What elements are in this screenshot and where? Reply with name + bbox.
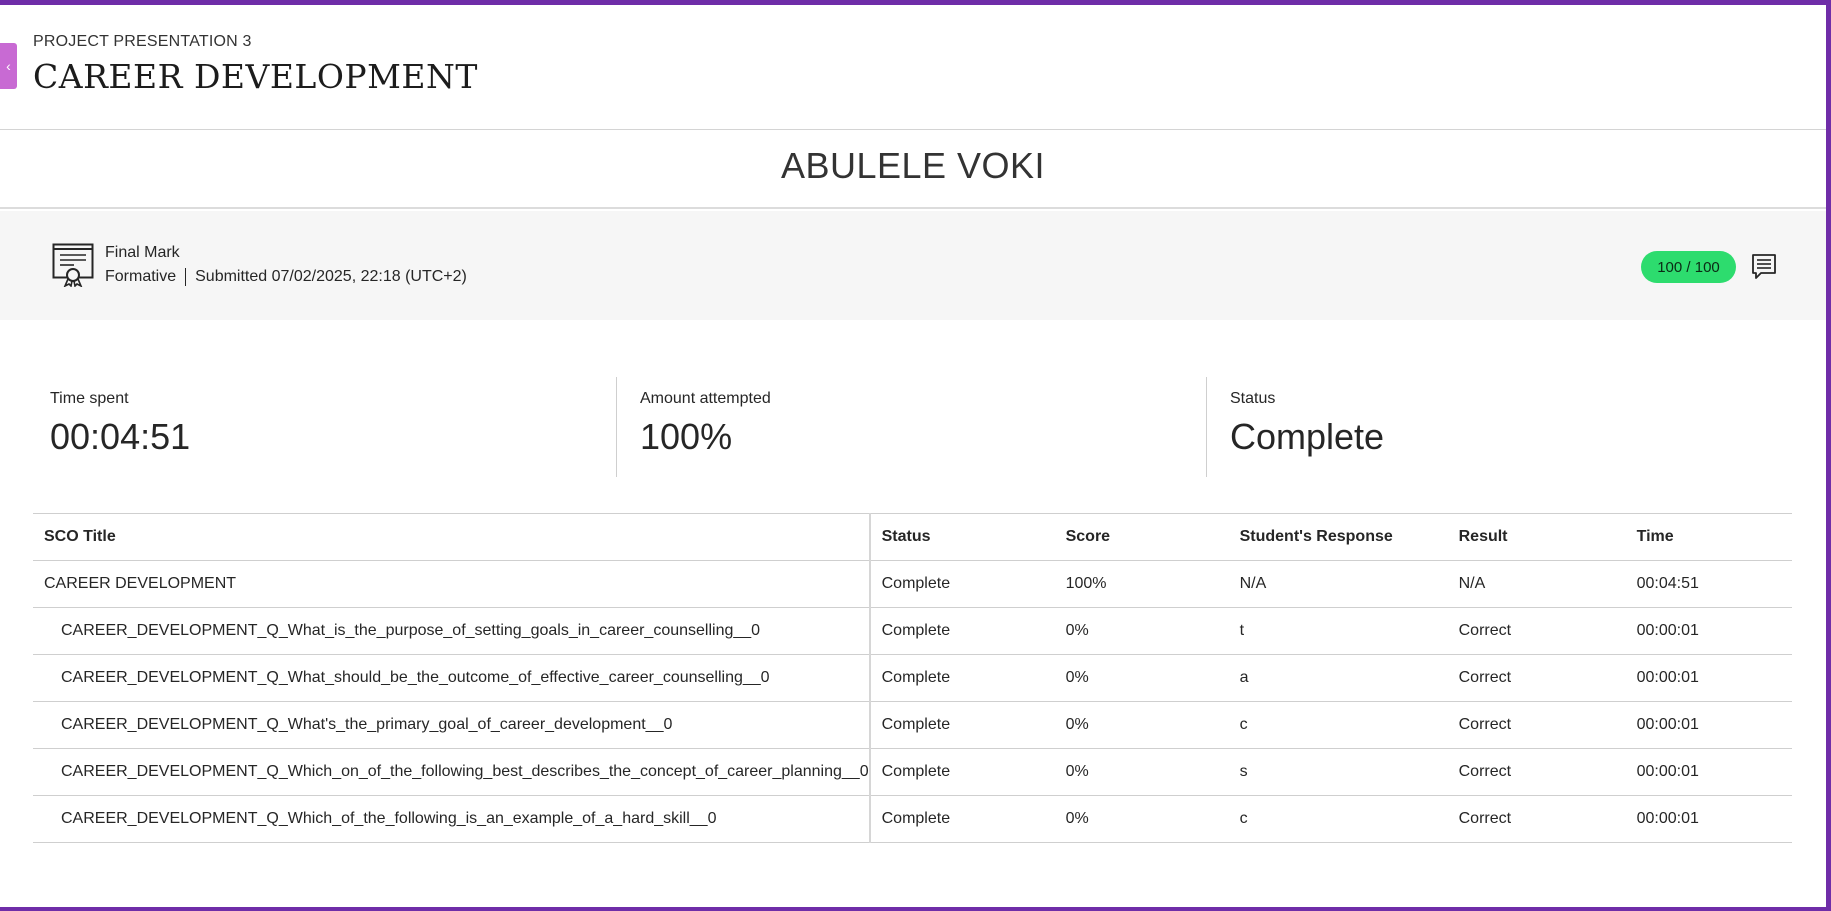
sco-result: Correct bbox=[1447, 701, 1626, 749]
sco-status: Complete bbox=[869, 748, 1055, 796]
sco-score: 0% bbox=[1054, 701, 1229, 749]
time-spent-label: Time spent bbox=[50, 390, 129, 407]
final-mark-info: Final Mark Formative Submitted 07/02/202… bbox=[105, 244, 467, 286]
status-value: Complete bbox=[1230, 416, 1385, 457]
sco-response: a bbox=[1228, 654, 1448, 702]
table-row: CAREER_DEVELOPMENT_Q_Which_of_the_follow… bbox=[33, 795, 1792, 843]
sco-time: 00:00:01 bbox=[1625, 654, 1792, 702]
column-header[interactable]: Result bbox=[1447, 513, 1626, 561]
column-header[interactable]: Student's Response bbox=[1228, 513, 1448, 561]
sco-title: CAREER_DEVELOPMENT_Q_What_should_be_the_… bbox=[33, 654, 871, 702]
sco-title: CAREER_DEVELOPMENT_Q_What's_the_primary_… bbox=[33, 701, 871, 749]
student-divider bbox=[0, 207, 1826, 209]
sco-status: Complete bbox=[869, 607, 1055, 655]
table-row: CAREER_DEVELOPMENT_Q_What_is_the_purpose… bbox=[33, 607, 1792, 655]
sco-score: 0% bbox=[1054, 654, 1229, 702]
assessment-type: Formative bbox=[105, 268, 177, 285]
page-title: CAREER DEVELOPMENT bbox=[33, 57, 478, 96]
status-label: Status bbox=[1230, 390, 1276, 407]
submitted-date: Submitted 07/02/2025, 22:18 (UTC+2) bbox=[195, 268, 467, 285]
attempted-label: Amount attempted bbox=[640, 390, 771, 407]
score-badge: 100 / 100 bbox=[1641, 251, 1736, 283]
sco-status: Complete bbox=[869, 560, 1055, 608]
sco-title: CAREER_DEVELOPMENT_Q_Which_on_of_the_fol… bbox=[33, 748, 871, 796]
final-mark-label: Final Mark bbox=[105, 244, 180, 261]
stat-divider bbox=[1206, 377, 1207, 477]
sco-score: 0% bbox=[1054, 607, 1229, 655]
certificate-icon bbox=[52, 243, 94, 287]
sco-response: c bbox=[1228, 795, 1448, 843]
feedback-comment-icon[interactable] bbox=[1751, 253, 1777, 281]
sco-score: 0% bbox=[1054, 748, 1229, 796]
stat-divider bbox=[616, 377, 617, 477]
attempt-stats: Time spent 00:04:51 Amount attempted 100… bbox=[33, 377, 1793, 477]
final-mark-meta: Formative Submitted 07/02/2025, 22:18 (U… bbox=[105, 268, 467, 286]
sco-time: 00:00:01 bbox=[1625, 795, 1792, 843]
header-divider bbox=[0, 129, 1826, 130]
sco-result: N/A bbox=[1447, 560, 1626, 608]
student-name: ABULELE VOKI bbox=[780, 145, 1046, 186]
sco-title: CAREER_DEVELOPMENT_Q_What_is_the_purpose… bbox=[33, 607, 871, 655]
stat-time-spent: Time spent 00:04:51 bbox=[50, 377, 190, 477]
sco-time: 00:04:51 bbox=[1625, 560, 1792, 608]
table-row: CAREER_DEVELOPMENT_Q_What's_the_primary_… bbox=[33, 701, 1792, 749]
page-subtitle: PROJECT PRESENTATION 3 bbox=[33, 33, 252, 50]
sco-response: N/A bbox=[1228, 560, 1448, 608]
sco-status: Complete bbox=[869, 795, 1055, 843]
sco-response: s bbox=[1228, 748, 1448, 796]
sco-table: SCO Title Status Score Student's Respons… bbox=[33, 513, 1792, 843]
meta-separator bbox=[185, 268, 187, 286]
sco-result: Correct bbox=[1447, 654, 1626, 702]
column-header[interactable]: Status bbox=[869, 513, 1055, 561]
sco-result: Correct bbox=[1447, 795, 1626, 843]
sco-time: 00:00:01 bbox=[1625, 748, 1792, 796]
column-header[interactable]: SCO Title bbox=[33, 513, 871, 561]
sco-time: 00:00:01 bbox=[1625, 701, 1792, 749]
sco-status: Complete bbox=[869, 654, 1055, 702]
table-row: CAREER_DEVELOPMENT_Q_Which_on_of_the_fol… bbox=[33, 748, 1792, 796]
sco-response: c bbox=[1228, 701, 1448, 749]
time-spent-value: 00:04:51 bbox=[50, 416, 191, 457]
back-button[interactable]: ‹ bbox=[0, 43, 17, 89]
sco-title: CAREER_DEVELOPMENT_Q_Which_of_the_follow… bbox=[33, 795, 871, 843]
sco-score: 100% bbox=[1054, 560, 1229, 608]
sco-result: Correct bbox=[1447, 748, 1626, 796]
sco-result: Correct bbox=[1447, 607, 1626, 655]
final-mark-band: Final Mark Formative Submitted 07/02/202… bbox=[0, 211, 1826, 320]
sco-time: 00:00:01 bbox=[1625, 607, 1792, 655]
sco-response: t bbox=[1228, 607, 1448, 655]
table-row: CAREER_DEVELOPMENT_Q_What_should_be_the_… bbox=[33, 654, 1792, 702]
table-header-row: SCO Title Status Score Student's Respons… bbox=[33, 513, 1792, 561]
stat-amount-attempted: Amount attempted 100% bbox=[640, 377, 771, 477]
stat-status: Status Complete bbox=[1230, 377, 1384, 477]
table-row: CAREER DEVELOPMENT Complete 100% N/A N/A… bbox=[33, 560, 1792, 608]
app-frame: ‹ PROJECT PRESENTATION 3 CAREER DEVELOPM… bbox=[0, 0, 1831, 911]
page-header: PROJECT PRESENTATION 3 CAREER DEVELOPMEN… bbox=[33, 33, 478, 96]
chevron-left-icon: ‹ bbox=[6, 58, 11, 74]
column-header[interactable]: Score bbox=[1054, 513, 1229, 561]
attempted-value: 100% bbox=[640, 416, 733, 457]
column-header[interactable]: Time bbox=[1625, 513, 1792, 561]
sco-status: Complete bbox=[869, 701, 1055, 749]
sco-title: CAREER DEVELOPMENT bbox=[33, 560, 871, 608]
sco-score: 0% bbox=[1054, 795, 1229, 843]
